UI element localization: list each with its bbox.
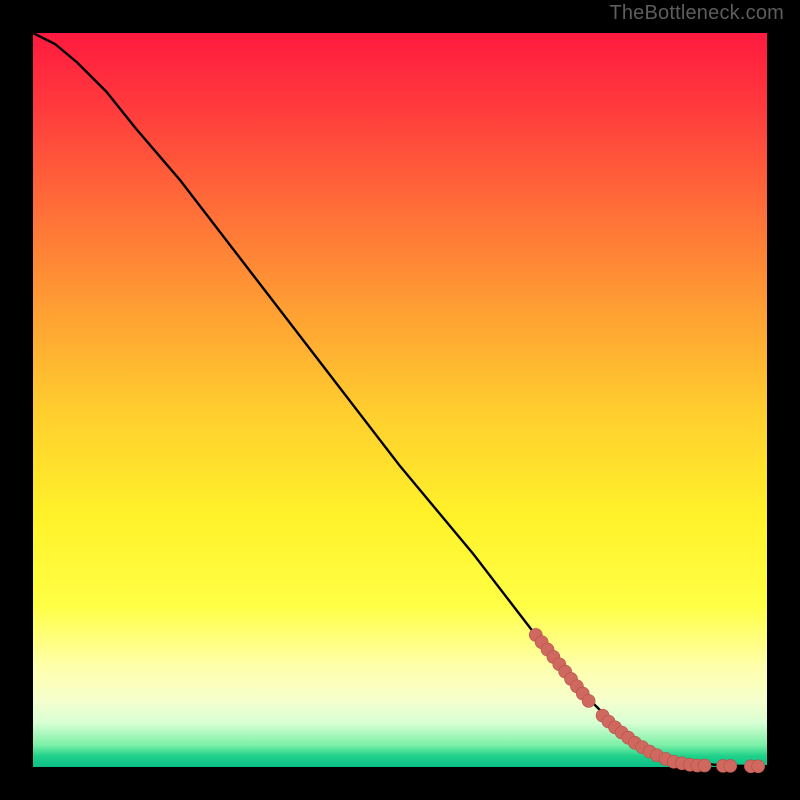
curve-line <box>33 33 767 766</box>
markers-group <box>529 628 764 772</box>
watermark-text: TheBottleneck.com <box>609 2 784 25</box>
data-marker <box>582 694 595 707</box>
plot-area <box>33 33 767 767</box>
data-marker <box>724 759 737 772</box>
data-marker <box>752 760 765 773</box>
chart-frame: TheBottleneck.com <box>0 0 800 800</box>
data-marker <box>698 759 711 772</box>
chart-svg <box>33 33 767 767</box>
